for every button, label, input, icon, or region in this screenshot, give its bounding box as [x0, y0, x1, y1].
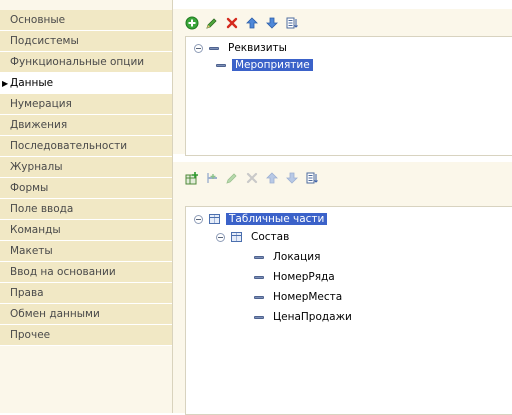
sidebar-item-label: Нумерация — [10, 98, 72, 110]
sidebar-item-label: Поле ввода — [10, 203, 74, 215]
sidebar-item-pole-vvoda[interactable]: Поле ввода — [0, 199, 172, 220]
sidebar-item-label: Команды — [10, 224, 61, 236]
tree-node-label: ЦенаПродажи — [273, 311, 352, 323]
add-column-icon[interactable] — [205, 171, 219, 185]
move-down-icon[interactable] — [285, 171, 299, 185]
attribute-icon — [216, 63, 226, 67]
tree-node-label: НомерРяда — [273, 271, 335, 283]
sort-list-icon[interactable] — [285, 16, 299, 30]
sidebar-item-label: Прочее — [10, 329, 51, 341]
edit-pencil-icon[interactable] — [205, 16, 219, 30]
sidebar-item-label: Функциональные опции — [10, 56, 145, 68]
table-icon — [209, 214, 220, 224]
move-up-icon[interactable] — [245, 16, 259, 30]
add-icon[interactable] — [185, 16, 199, 30]
collapse-icon[interactable] — [216, 232, 225, 242]
sidebar-item-label: Основные — [10, 14, 66, 26]
attribute-icon — [209, 46, 219, 50]
sidebar-item-podsistemy[interactable]: Подсистемы — [0, 31, 172, 52]
table-icon — [231, 232, 242, 242]
sidebar-item-posledovatelnosti[interactable]: Последовательности — [0, 136, 172, 157]
sidebar-item-label: Обмен данными — [10, 308, 100, 320]
tree-node-label: Мероприятие — [232, 59, 313, 71]
sidebar-item-label: Последовательности — [10, 140, 128, 152]
sidebar: Основные Подсистемы Функциональные опции… — [0, 0, 173, 413]
attributes-panel: Реквизиты Мероприятие — [173, 9, 512, 156]
add-table-icon[interactable] — [185, 171, 199, 185]
sidebar-item-functional-options[interactable]: Функциональные опции — [0, 52, 172, 73]
move-up-icon[interactable] — [265, 171, 279, 185]
tree-node-label: Реквизиты — [228, 42, 287, 54]
edit-pencil-icon[interactable] — [225, 171, 239, 185]
attributes-toolbar — [173, 9, 512, 35]
collapse-icon[interactable] — [194, 43, 203, 53]
sidebar-item-label: Данные — [10, 77, 54, 89]
tabular-sections-panel: Табличные части Состав Локация НомерРяда… — [173, 162, 512, 415]
tree-node-rekvizity[interactable]: Реквизиты — [194, 40, 290, 56]
sidebar-item-label: Журналы — [10, 161, 63, 173]
active-marker-icon: ▶ — [2, 79, 9, 88]
sidebar-item-komandy[interactable]: Команды — [0, 220, 172, 241]
tabular-toolbar — [173, 162, 512, 188]
delete-cross-icon[interactable] — [225, 16, 239, 30]
attribute-icon — [254, 295, 264, 299]
sidebar-item-makety[interactable]: Макеты — [0, 241, 172, 262]
sidebar-item-label: Макеты — [10, 245, 53, 257]
sidebar-item-label: Движения — [10, 119, 68, 131]
collapse-icon[interactable] — [194, 214, 203, 224]
tree-node-label: НомерМеста — [273, 291, 343, 303]
tree-node-label: Локация — [273, 251, 321, 263]
move-down-icon[interactable] — [265, 16, 279, 30]
sidebar-item-formy[interactable]: Формы — [0, 178, 172, 199]
sidebar-item-numeratsiya[interactable]: Нумерация — [0, 94, 172, 115]
attributes-tree: Реквизиты Мероприятие — [185, 36, 512, 156]
sidebar-item-osnovnye[interactable]: Основные — [0, 10, 172, 31]
tree-node-label: Табличные части — [226, 213, 328, 225]
attribute-icon — [254, 315, 264, 319]
delete-cross-icon[interactable] — [245, 171, 259, 185]
tree-node-lokatsiya[interactable]: Локация — [254, 249, 323, 265]
sidebar-item-prochee[interactable]: Прочее — [0, 325, 172, 346]
tree-node-tabular-sections[interactable]: Табличные части — [194, 211, 328, 227]
sidebar-item-dannye[interactable]: ▶ Данные — [0, 73, 172, 94]
attribute-icon — [254, 255, 264, 259]
sidebar-item-zhurnaly[interactable]: Журналы — [0, 157, 172, 178]
tree-node-tsena-prodazhi[interactable]: ЦенаПродажи — [254, 309, 355, 325]
tree-node-sostav[interactable]: Состав — [216, 229, 292, 245]
tabular-tree: Табличные части Состав Локация НомерРяда… — [185, 206, 512, 415]
sort-list-icon[interactable] — [305, 171, 319, 185]
sidebar-item-obmen-dannymi[interactable]: Обмен данными — [0, 304, 172, 325]
tree-node-meropriyatie[interactable]: Мероприятие — [216, 57, 313, 73]
sidebar-item-label: Ввод на основании — [10, 266, 116, 278]
sidebar-item-label: Права — [10, 287, 44, 299]
sidebar-item-vvod-na-osnovanii[interactable]: Ввод на основании — [0, 262, 172, 283]
tree-node-label: Состав — [251, 231, 290, 243]
sidebar-item-prava[interactable]: Права — [0, 283, 172, 304]
tree-node-nomer-mesta[interactable]: НомерМеста — [254, 289, 345, 305]
sidebar-item-label: Формы — [10, 182, 49, 194]
sidebar-item-label: Подсистемы — [10, 35, 79, 47]
tree-node-nomer-ryada[interactable]: НомерРяда — [254, 269, 338, 285]
sidebar-item-dvizheniya[interactable]: Движения — [0, 115, 172, 136]
attribute-icon — [254, 275, 264, 279]
